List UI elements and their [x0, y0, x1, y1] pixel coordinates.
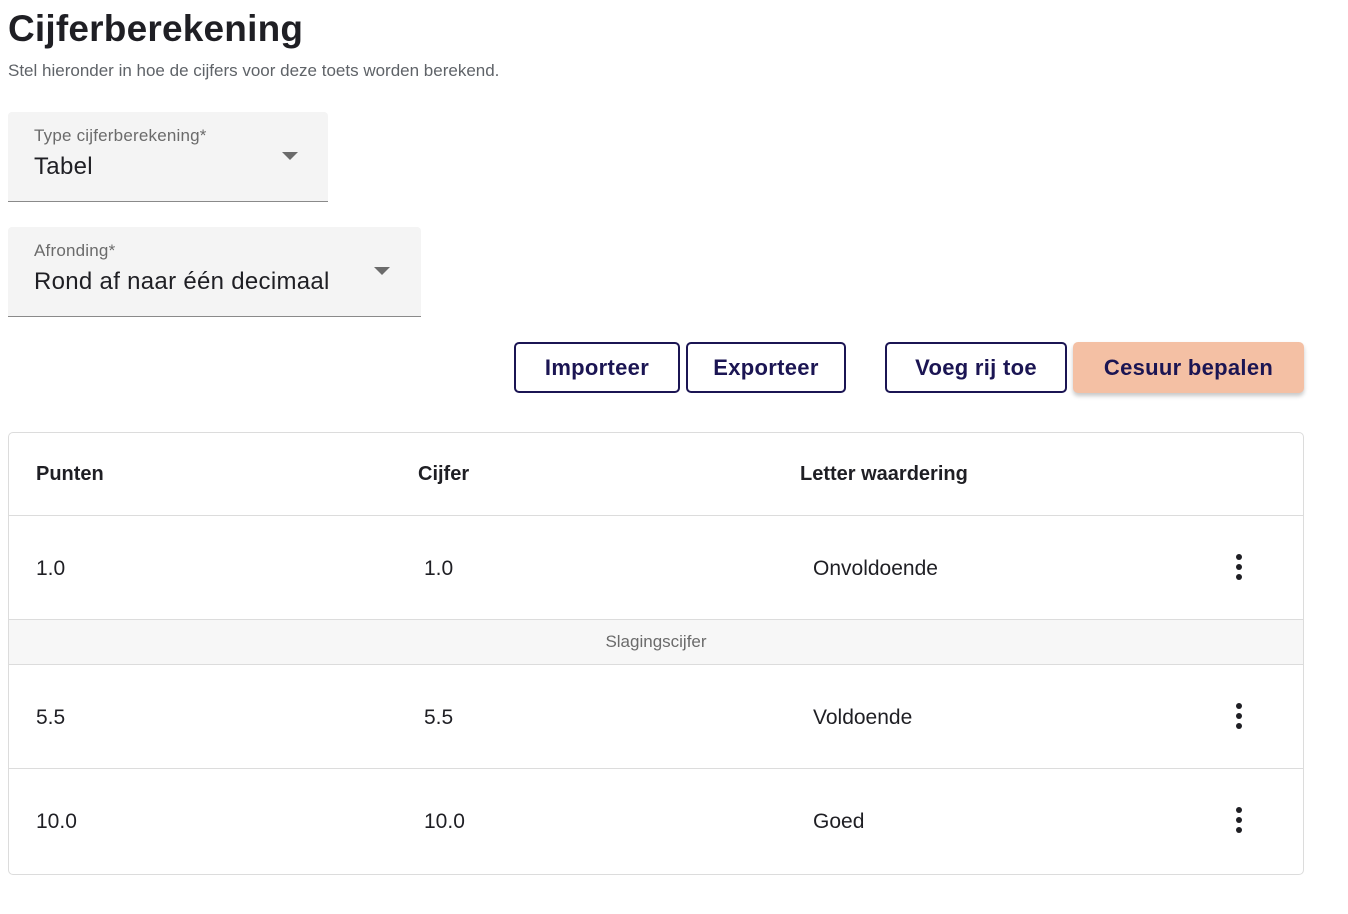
export-button[interactable]: Exporteer	[686, 342, 846, 393]
column-header-points: Punten	[36, 463, 104, 485]
page: Cijferberekening Stel hieronder in hoe d…	[0, 0, 1348, 914]
table-header: Punten Cijfer Letter waardering	[9, 433, 1303, 516]
letter-cell: Goed	[813, 810, 865, 833]
table-row: 1.0 1.0 Onvoldoende	[9, 516, 1303, 620]
table-row: 10.0 10.0 Goed	[9, 769, 1303, 874]
points-cell: 10.0	[36, 810, 77, 833]
grade-cell: 5.5	[424, 706, 454, 729]
caret-down-icon	[282, 152, 298, 160]
calc-type-label: Type cijferberekening*	[34, 126, 207, 145]
pass-mark-divider: Slagingscijfer	[9, 620, 1303, 665]
points-cell: 5.5	[36, 706, 66, 729]
column-header-grade: Cijfer	[418, 463, 470, 485]
grade-table: Punten Cijfer Letter waardering 1.0 1.0 …	[8, 432, 1304, 875]
grade-cell: 10.0	[424, 810, 465, 833]
import-button[interactable]: Importeer	[514, 342, 680, 393]
rounding-label: Afronding*	[34, 241, 116, 260]
points-cell: 1.0	[36, 557, 66, 580]
rounding-select[interactable]: Afronding* Rond af naar één decimaal	[8, 227, 421, 317]
page-subtitle: Stel hieronder in hoe de cijfers voor de…	[8, 61, 500, 80]
column-header-letter: Letter waardering	[800, 463, 968, 485]
cesuur-button[interactable]: Cesuur bepalen	[1073, 342, 1304, 393]
rounding-value: Rond af naar één decimaal	[34, 268, 330, 295]
calc-type-select[interactable]: Type cijferberekening* Tabel	[8, 112, 328, 202]
caret-down-icon	[374, 267, 390, 275]
letter-cell: Onvoldoende	[813, 557, 938, 580]
add-row-button[interactable]: Voeg rij toe	[885, 342, 1067, 393]
grade-cell: 1.0	[424, 557, 454, 580]
more-vertical-icon[interactable]	[1224, 550, 1254, 584]
calc-type-value: Tabel	[34, 153, 93, 180]
table-row: 5.5 5.5 Voldoende	[9, 665, 1303, 769]
more-vertical-icon[interactable]	[1224, 803, 1254, 837]
letter-cell: Voldoende	[813, 706, 913, 729]
more-vertical-icon[interactable]	[1224, 699, 1254, 733]
page-title: Cijferberekening	[8, 8, 304, 49]
